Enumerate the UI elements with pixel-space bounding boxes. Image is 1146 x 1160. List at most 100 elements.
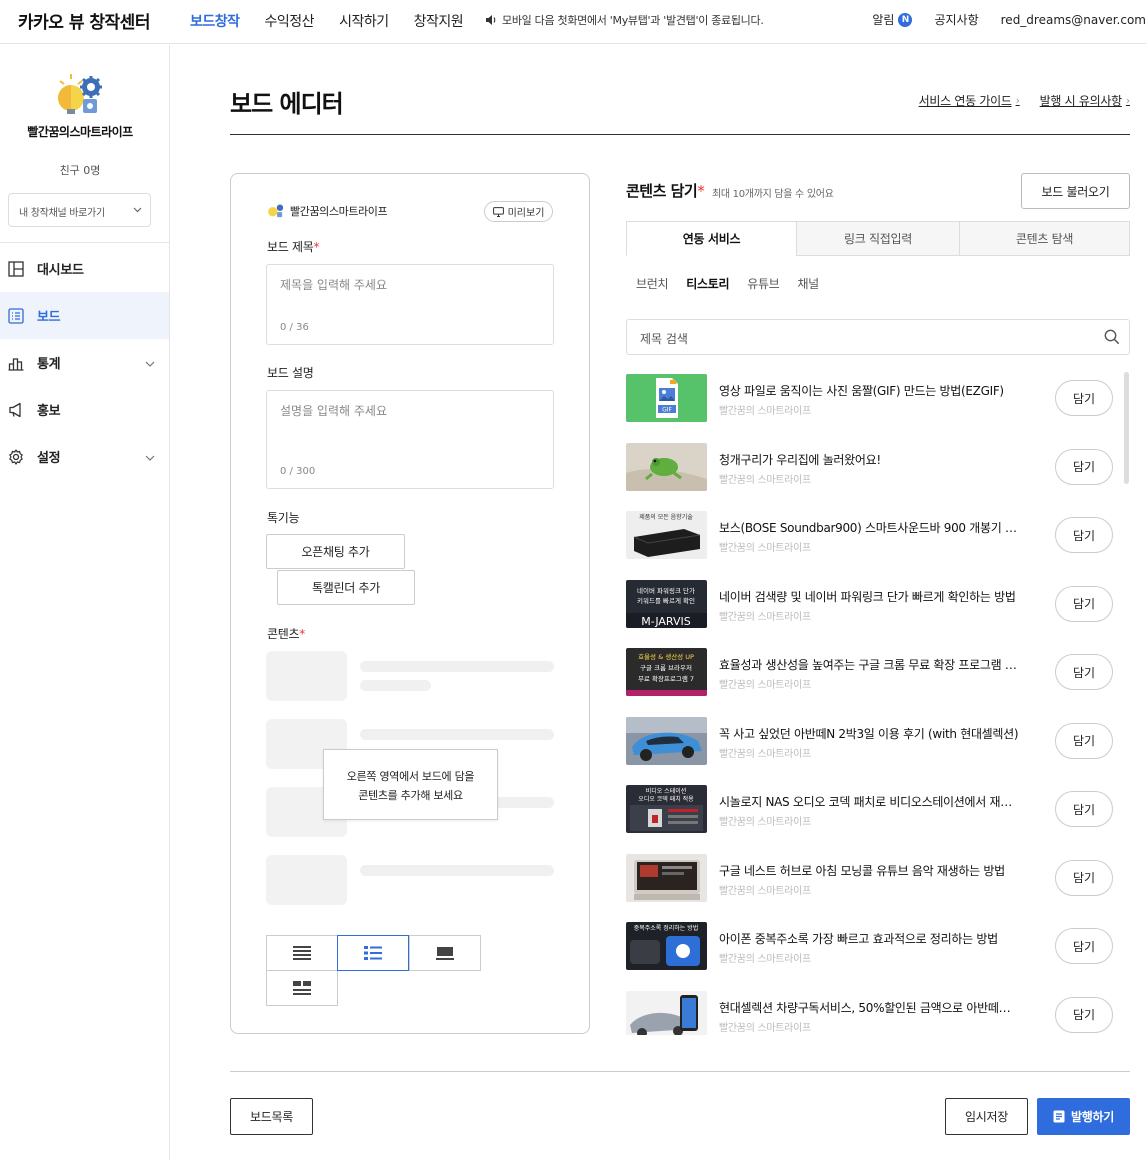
board-desc-counter: 0 / 300	[280, 466, 316, 477]
layout-grid-button[interactable]	[266, 970, 338, 1006]
add-talk-calendar-button[interactable]: 톡캘린더 추가	[277, 570, 415, 605]
add-content-button[interactable]: 담기	[1055, 996, 1113, 1033]
publish-notes-link[interactable]: 발행 시 유의사항 ›	[1039, 92, 1131, 109]
alarm-new-badge: N	[898, 12, 913, 27]
dashboard-icon	[8, 260, 24, 277]
skeleton-line	[360, 865, 554, 876]
subtab-tistory[interactable]: 티스토리	[686, 275, 729, 292]
card-layout-icon	[436, 947, 454, 960]
list-scrollbar[interactable]	[1124, 372, 1129, 484]
list-item: 효율성 & 생산성 UP 구글 크롬 브라우저 무료 확장프로그램 7 효율성과…	[626, 638, 1130, 707]
list-item: 구글 네스트 허브로 아침 모닝콜 유튜브 음악 재생하는 방법 빨간꿈의 스마…	[626, 844, 1130, 913]
alarm-link[interactable]: 알림 N	[872, 11, 913, 28]
notice-banner[interactable]: 모바일 다음 첫화면에서 'My뷰탭'과 '발견탭'이 종료됩니다.	[485, 12, 764, 28]
monitor-icon	[492, 206, 504, 217]
title-search-input[interactable]: 제목 검색	[626, 319, 1130, 355]
post-source: 빨간꿈의 스마트라이프	[719, 748, 811, 760]
brand-logo[interactable]: 카카오 뷰 창작센터	[18, 8, 150, 33]
save-draft-button[interactable]: 임시저장	[945, 1098, 1028, 1135]
post-thumbnail: 중복주소록 정리하는 방법	[626, 922, 707, 970]
sidebar-item-label: 대시보드	[37, 263, 84, 278]
guide-links: 서비스 연동 가이드 › 발행 시 유의사항 ›	[899, 92, 1131, 109]
post-title: 영상 파일로 움직이는 사진 움짤(GIF) 만드는 방법(EZGIF)	[719, 384, 1004, 398]
publish-label: 발행하기	[1071, 1110, 1114, 1124]
add-open-chat-button[interactable]: 오픈채팅 추가	[266, 534, 405, 569]
channel-select[interactable]: 내 창작채널 바로가기	[8, 193, 151, 227]
preview-button[interactable]: 미리보기	[484, 201, 553, 222]
lightbulb-gear-icon	[58, 74, 102, 114]
editor-channel-name: 빨간꿈의스마트라이프	[290, 205, 388, 218]
skeleton-line	[360, 661, 554, 672]
post-source: 빨간꿈의 스마트라이프	[719, 474, 811, 486]
announcements-link[interactable]: 공지사항	[934, 11, 978, 28]
sidebar-item-board[interactable]: 보드	[0, 292, 169, 339]
nav-getting-started[interactable]: 시작하기	[339, 11, 389, 31]
tab-direct-link[interactable]: 링크 직접입력	[796, 221, 960, 256]
board-title-label: 보드 제목*	[267, 238, 319, 255]
board-desc-placeholder: 설명을 입력해 주세요	[280, 404, 387, 418]
post-source: 빨간꿈의 스마트라이프	[719, 817, 811, 828]
add-content-button[interactable]: 담기	[1055, 654, 1113, 690]
sidebar-item-dashboard[interactable]: 대시보드	[0, 245, 169, 292]
sidebar: 빨간꿈의스마트라이프 친구 0명 내 창작채널 바로가기 대시보드 보드 통계	[0, 45, 170, 1160]
add-content-button[interactable]: 담기	[1055, 928, 1113, 964]
publish-button[interactable]: 발행하기	[1037, 1098, 1130, 1135]
bulleted-layout-icon	[364, 946, 382, 960]
sidebar-item-stats[interactable]: 통계	[0, 339, 169, 386]
footer-divider	[230, 1071, 1130, 1072]
post-title: 구글 네스트 허브로 아침 모닝콜 유튜브 음악 재생하는 방법	[719, 863, 1005, 878]
post-source: 빨간꿈의 스마트라이프	[719, 611, 811, 623]
board-desc-label: 보드 설명	[267, 366, 314, 380]
layout-card-button[interactable]	[409, 935, 481, 971]
gif-text: GIF	[662, 407, 672, 414]
post-title: 꼭 사고 싶었던 아반떼N 2박3일 이용 후기 (with 현대셀렉션)	[719, 726, 1019, 741]
add-content-button[interactable]: 담기	[1055, 859, 1113, 896]
layout-bulleted-button[interactable]	[337, 935, 409, 971]
channel-avatar	[55, 71, 105, 121]
user-email[interactable]: red_dreams@naver.com	[1001, 13, 1146, 27]
nas-thumb-mid: 오디오 코덱 패치 적용	[638, 795, 694, 803]
naver-thumb-mid: 키워드를 빠르게 확인	[637, 596, 695, 605]
post-thumbnail: 효율성 & 생산성 UP 구글 크롬 브라우저 무료 확장프로그램 7	[626, 648, 707, 696]
naver-thumb-bottom: M-JARVIS	[641, 615, 690, 628]
post-thumbnail	[626, 990, 707, 1035]
nas-thumb-top: 비디오 스테이션	[646, 787, 687, 795]
global-nav: 보드창작 수익정산 시작하기 창작지원	[190, 11, 488, 31]
sidebar-item-settings[interactable]: 설정	[0, 433, 169, 480]
tab-explore-contents[interactable]: 콘텐츠 탐색	[959, 221, 1130, 256]
service-guide-link[interactable]: 서비스 연동 가이드 ›	[919, 92, 1020, 109]
hint-line-1: 오른쪽 영역에서 보드에 담을	[346, 770, 475, 783]
nav-board-create[interactable]: 보드창작	[190, 11, 240, 31]
sidebar-item-promotion[interactable]: 홍보	[0, 386, 169, 433]
nav-revenue[interactable]: 수익정산	[265, 11, 315, 31]
search-icon[interactable]	[1104, 329, 1120, 349]
board-desc-input[interactable]: 설명을 입력해 주세요 0 / 300	[266, 390, 554, 489]
board-list-button[interactable]: 보드목록	[230, 1098, 313, 1135]
page-title: 보드 에디터	[230, 90, 344, 118]
load-board-button[interactable]: 보드 불러오기	[1021, 173, 1130, 209]
add-content-button[interactable]: 담기	[1055, 380, 1113, 416]
publish-notes-label: 발행 시 유의사항	[1039, 94, 1123, 108]
board-title-input[interactable]: 제목을 입력해 주세요 0 / 36	[266, 264, 554, 345]
list-item: 중복주소록 정리하는 방법 아이폰 중복주소록 가장 빠르고 효과적으로 정리하…	[626, 912, 1130, 981]
service-guide-label: 서비스 연동 가이드	[918, 94, 1012, 108]
subtab-brunch[interactable]: 브런치	[636, 275, 669, 292]
contents-label-text: 콘텐츠	[267, 627, 300, 641]
tab-linked-services[interactable]: 연동 서비스	[626, 221, 797, 256]
add-content-button[interactable]: 담기	[1055, 722, 1113, 759]
board-list-icon	[8, 307, 24, 324]
add-content-button[interactable]: 담기	[1055, 517, 1113, 553]
subtab-youtube[interactable]: 유튜브	[747, 275, 780, 292]
post-source: 빨간꿈의 스마트라이프	[719, 680, 811, 691]
add-content-button[interactable]: 담기	[1055, 791, 1113, 827]
skeleton-thumb	[266, 651, 347, 701]
required-mark: *	[299, 627, 305, 641]
add-content-button[interactable]: 담기	[1055, 448, 1113, 485]
layout-list-button[interactable]	[266, 935, 338, 971]
list-item: GIF 영상 파일로 움직이는 사진 움짤(GIF) 만드는 방법(EZGIF)…	[626, 364, 1130, 433]
preview-label: 미리보기	[507, 208, 545, 219]
post-title: 보스(BOSE Soundbar900) 스마트사운드바 900 개봉기 및 설…	[719, 521, 1019, 535]
subtab-channel[interactable]: 채널	[797, 275, 819, 292]
add-content-button[interactable]: 담기	[1055, 585, 1113, 622]
nav-creator-support[interactable]: 창작지원	[414, 11, 464, 31]
